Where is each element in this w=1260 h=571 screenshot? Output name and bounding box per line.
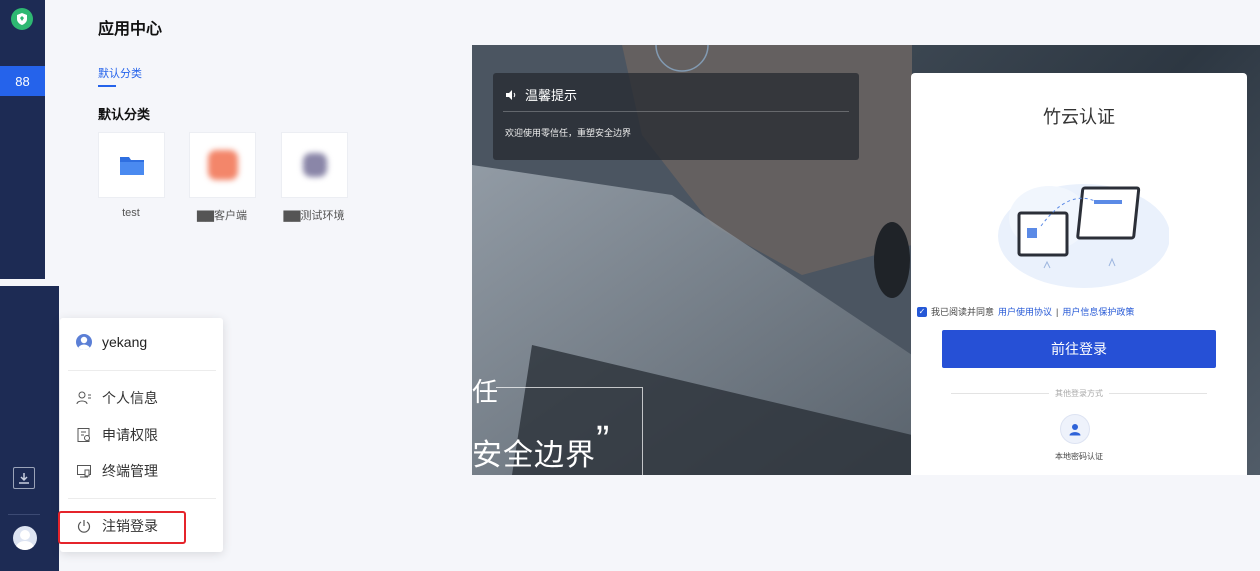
blurred-app-icon: [207, 150, 238, 180]
sidebar-bottom: [0, 286, 59, 571]
user-menu: yekang 个人信息 申请权限 终端管理 注销登录: [58, 318, 223, 552]
privacy-policy-link[interactable]: 用户信息保护政策: [1062, 305, 1134, 318]
app-card-client[interactable]: [189, 132, 256, 198]
login-card: 竹云认证 ✓ 我已阅读并同意 用户使用协议 | 用户信息保护政策 前往登录 其他…: [911, 73, 1247, 475]
app-card-test-env[interactable]: [281, 132, 348, 198]
terminal-icon: [77, 465, 91, 478]
download-icon[interactable]: [13, 467, 35, 489]
speaker-icon: [506, 89, 516, 100]
menu-item-permission[interactable]: 申请权限: [76, 425, 158, 445]
blurred-app-icon: [302, 153, 327, 177]
other-methods-label: 其他登录方式: [1055, 389, 1103, 398]
login-illustration: [998, 184, 1169, 288]
notice-divider: [503, 111, 849, 112]
user-agreement-link[interactable]: 用户使用协议: [998, 305, 1052, 318]
user-info-icon: [76, 391, 91, 405]
slogan-line: [642, 387, 643, 475]
user-avatar-icon[interactable]: [13, 526, 37, 550]
sidebar-top: 88: [0, 0, 45, 279]
agree-checkbox[interactable]: ✓: [917, 306, 927, 317]
menu-divider: [68, 370, 216, 371]
tab-underline: [98, 85, 116, 87]
menu-user: yekang: [76, 334, 147, 350]
slogan-main: 安全边界”: [472, 420, 610, 474]
menu-item-terminal[interactable]: 终端管理: [76, 461, 158, 481]
menu-item-label: 终端管理: [102, 463, 158, 479]
user-icon[interactable]: [1060, 414, 1090, 444]
notice-body: 欢迎使用零信任，重塑安全边界: [505, 128, 632, 138]
local-password-label[interactable]: 本地密码认证: [911, 451, 1247, 462]
agree-text: 我已阅读并同意: [931, 307, 995, 317]
login-preview: 温馨提示 欢迎使用零信任，重塑安全边界 任 安全边界” 竹云认证 ✓ 我已阅读并…: [472, 45, 1260, 475]
apps-grid-icon[interactable]: 88: [0, 66, 45, 96]
section-title: 默认分类: [98, 107, 151, 122]
slogan-text: 安全边界: [472, 439, 596, 472]
app-label: ▇▇测试环境: [283, 210, 345, 222]
sidebar-divider: [8, 514, 40, 515]
slogan-line: [496, 387, 642, 388]
agree-separator: |: [1056, 306, 1059, 317]
notice-title: 温馨提示: [505, 85, 577, 104]
app-card-test[interactable]: [98, 132, 165, 198]
folder-icon: [119, 157, 144, 175]
notice-box: 温馨提示 欢迎使用零信任，重塑安全边界: [493, 73, 859, 160]
slogan-quote: ”: [596, 418, 611, 462]
menu-item-label: 个人信息: [102, 390, 158, 406]
go-login-button[interactable]: 前往登录: [942, 330, 1216, 368]
shield-logo-icon[interactable]: [11, 8, 33, 30]
login-card-title: 竹云认证: [1043, 107, 1115, 127]
permission-icon: [77, 428, 90, 442]
logout-highlight-box: [58, 511, 186, 544]
page-title: 应用中心: [98, 21, 163, 38]
notice-title-text: 温馨提示: [525, 88, 578, 103]
username: yekang: [102, 334, 148, 350]
slogan-partial: 任: [472, 377, 499, 407]
user-avatar-icon: [76, 334, 92, 350]
apps-glyph: 88: [15, 73, 30, 89]
other-methods-divider: 其他登录方式: [951, 388, 1207, 399]
agreement-row: ✓ 我已阅读并同意 用户使用协议 | 用户信息保护政策: [917, 305, 1134, 318]
menu-item-label: 申请权限: [102, 427, 158, 443]
menu-item-profile[interactable]: 个人信息: [76, 388, 158, 408]
menu-divider: [68, 498, 216, 499]
tab-default-category[interactable]: 默认分类: [98, 65, 142, 81]
